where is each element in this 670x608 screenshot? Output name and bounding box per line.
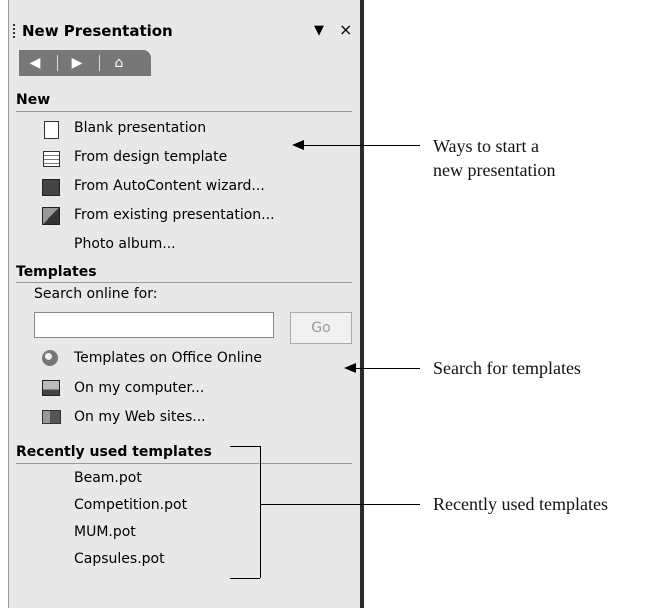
task-pane-title: New Presentation <box>22 22 173 40</box>
section-heading-new: New <box>16 92 51 108</box>
go-button[interactable]: Go <box>290 312 352 344</box>
callout-line <box>260 504 420 505</box>
my-computer-icon <box>42 380 60 396</box>
back-arrow-icon[interactable]: ◀ <box>25 53 45 73</box>
templates-item-web-sites[interactable]: On my Web sites... <box>74 409 206 425</box>
nav-separator <box>99 55 100 71</box>
templates-item-office-online[interactable]: Templates on Office Online <box>74 350 262 366</box>
task-pane-titlebar: New Presentation ▼ × <box>9 14 365 42</box>
callout-line <box>352 368 420 369</box>
search-online-label: Search online for: <box>34 286 158 302</box>
recent-template-item[interactable]: Competition.pot <box>74 497 187 513</box>
section-heading-templates: Templates <box>16 264 97 280</box>
home-icon[interactable]: ⌂ <box>109 53 129 73</box>
callout-text-line: Ways to start a <box>433 136 540 156</box>
callout-bracket-top <box>230 446 260 447</box>
nav-separator <box>57 55 58 71</box>
callout-new-presentation: Ways to start a new presentation <box>433 134 555 182</box>
new-item-existing-presentation[interactable]: From existing presentation... <box>74 207 275 223</box>
forward-arrow-icon[interactable]: ▶ <box>67 53 87 73</box>
new-item-autocontent-wizard[interactable]: From AutoContent wizard... <box>74 178 265 194</box>
office-online-icon <box>42 350 58 366</box>
drag-grip-icon[interactable] <box>13 24 15 40</box>
recent-template-item[interactable]: Beam.pot <box>74 470 142 486</box>
callout-bracket-vertical <box>260 446 261 578</box>
section-divider <box>16 111 352 112</box>
section-divider <box>16 282 352 283</box>
design-template-icon <box>43 151 60 167</box>
callout-search-templates: Search for templates <box>433 358 581 378</box>
callout-text-line: new presentation <box>433 160 556 180</box>
callout-recent-templates: Recently used templates <box>433 494 608 514</box>
close-icon[interactable]: × <box>339 20 352 39</box>
web-sites-icon <box>42 410 61 424</box>
callout-line <box>300 145 420 146</box>
existing-presentation-icon <box>42 207 60 225</box>
search-online-input[interactable] <box>34 312 274 338</box>
new-item-photo-album[interactable]: Photo album... <box>74 236 176 252</box>
callout-bracket-bottom <box>230 578 260 579</box>
templates-item-my-computer[interactable]: On my computer... <box>74 380 204 396</box>
recent-template-item[interactable]: MUM.pot <box>74 524 136 540</box>
section-divider <box>16 463 352 464</box>
task-pane-menu-dropdown-icon[interactable]: ▼ <box>314 23 324 38</box>
task-pane: New Presentation ▼ × ◀ ▶ ⌂ <box>8 0 364 608</box>
task-pane-nav-bar: ◀ ▶ ⌂ <box>19 50 151 76</box>
section-heading-recent: Recently used templates <box>16 444 212 460</box>
autocontent-wizard-icon <box>42 179 60 196</box>
new-item-blank-presentation[interactable]: Blank presentation <box>74 120 206 136</box>
new-item-design-template[interactable]: From design template <box>74 149 227 165</box>
blank-presentation-icon <box>44 121 59 139</box>
recent-template-item[interactable]: Capsules.pot <box>74 551 165 567</box>
